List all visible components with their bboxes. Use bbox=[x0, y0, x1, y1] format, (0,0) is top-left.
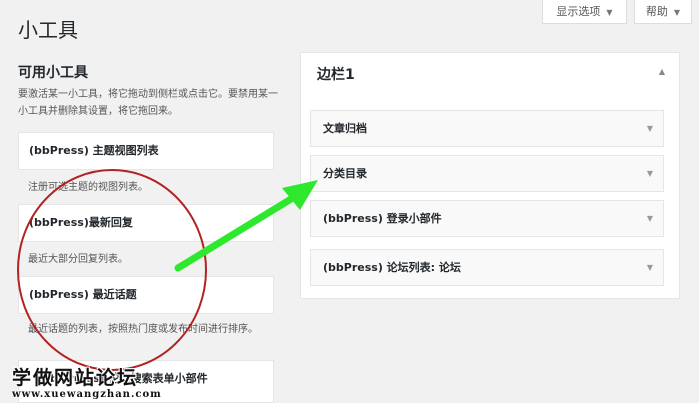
help-label: 帮助 bbox=[645, 5, 668, 18]
widget-title: (bbPress) 论坛列表: 论坛 bbox=[323, 261, 461, 274]
available-widgets-description: 要激活某一小工具，将它拖动到侧栏或点击它。要禁用某一小工具并删除其设置，将它拖回… bbox=[18, 89, 278, 117]
sidebar-title: 边栏1 bbox=[317, 67, 355, 83]
widget-description: 最近话题的列表，按照热门度或发布时间进行排序。 bbox=[28, 324, 258, 335]
caret-down-icon[interactable]: ▼ bbox=[647, 111, 653, 146]
widget-description: 最近大部分回复列表。 bbox=[28, 254, 128, 265]
widget-recent-replies[interactable]: (bbPress)最新回复 bbox=[18, 204, 274, 242]
page-title: 小工具 bbox=[18, 18, 78, 42]
sidebar-widget-archives[interactable]: 文章归档 ▼ bbox=[310, 110, 664, 147]
widget-title: (bbPress) 主题视图列表 bbox=[29, 144, 159, 157]
caret-down-icon[interactable]: ▼ bbox=[647, 201, 653, 236]
highlight-circle bbox=[17, 169, 207, 371]
watermark-title: 学做网站论坛 bbox=[12, 367, 139, 389]
widget-topic-views[interactable]: (bbPress) 主题视图列表 bbox=[18, 132, 274, 170]
sidebar-widget-login[interactable]: (bbPress) 登录小部件 ▼ bbox=[310, 200, 664, 237]
sidebar-widget-forums-list[interactable]: (bbPress) 论坛列表: 论坛 ▼ bbox=[310, 249, 664, 286]
widget-title: (bbPress)最新回复 bbox=[29, 216, 133, 229]
watermark-url: www.xuewangzhan.com bbox=[12, 389, 162, 400]
caret-up-icon[interactable]: ▲ bbox=[659, 67, 665, 76]
widget-title: 文章归档 bbox=[323, 122, 367, 135]
caret-down-icon: ▼ bbox=[673, 8, 681, 17]
widget-title: (bbPress) 最近话题 bbox=[29, 288, 137, 301]
widget-description: 注册可选主题的视图列表。 bbox=[28, 182, 148, 193]
caret-down-icon[interactable]: ▼ bbox=[647, 250, 653, 285]
watermark: 学做网站论坛 www.xuewangzhan.com bbox=[12, 368, 162, 402]
help-button[interactable]: 帮助 ▼ bbox=[634, 0, 692, 24]
sidebar-1-panel: 边栏1 ▲ 文章归档 ▼ 分类目录 ▼ (bbPress) 登录小部件 ▼ (b… bbox=[300, 52, 680, 299]
screen-options-label: 显示选项 bbox=[556, 5, 601, 18]
caret-down-icon: ▼ bbox=[606, 8, 613, 17]
widget-title: 分类目录 bbox=[323, 167, 367, 180]
sidebar-widget-categories[interactable]: 分类目录 ▼ bbox=[310, 155, 664, 192]
widget-title: (bbPress) 登录小部件 bbox=[323, 212, 442, 225]
screen-options-button[interactable]: 显示选项 ▼ bbox=[542, 0, 627, 24]
caret-down-icon[interactable]: ▼ bbox=[647, 156, 653, 191]
available-widgets-title: 可用小工具 bbox=[18, 65, 88, 81]
widget-recent-topics[interactable]: (bbPress) 最近话题 bbox=[18, 276, 274, 314]
